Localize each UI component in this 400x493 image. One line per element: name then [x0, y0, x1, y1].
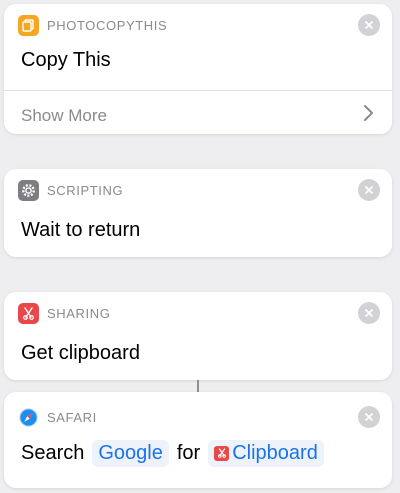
action-card-header: PHOTOCOPYTHIS	[18, 14, 382, 36]
search-prefix-label: Search	[21, 441, 85, 464]
gear-icon	[18, 179, 39, 201]
search-parameters: Search Google for Clipboard	[21, 438, 332, 468]
app-name-label: SCRIPTING	[47, 182, 124, 198]
remove-action-button[interactable]	[358, 14, 380, 36]
safari-compass-icon	[18, 407, 39, 428]
search-engine-token[interactable]: Google	[92, 439, 169, 467]
app-name-label: SAFARI	[47, 409, 97, 425]
remove-action-button[interactable]	[358, 302, 380, 324]
close-icon	[365, 413, 373, 421]
remove-action-button[interactable]	[358, 179, 380, 201]
action-card-copy-this[interactable]: PHOTOCOPYTHIS Copy This Show More	[4, 4, 392, 134]
action-card-header: SAFARI	[18, 406, 382, 428]
remove-action-button[interactable]	[358, 406, 380, 428]
action-title: Wait to return	[21, 219, 141, 241]
show-more-button[interactable]: Show More	[21, 106, 107, 126]
action-card-wait-to-return[interactable]: SCRIPTING Wait to return	[4, 169, 392, 257]
app-name-label: PHOTOCOPYTHIS	[47, 17, 168, 33]
chevron-right-icon	[364, 105, 373, 121]
action-card-search[interactable]: SAFARI Search Google for Clipboard	[4, 392, 392, 488]
flow-connector	[197, 380, 199, 392]
card-divider	[4, 90, 392, 91]
app-name-label: SHARING	[47, 305, 111, 321]
photocopy-app-icon	[18, 14, 39, 36]
scissors-icon	[18, 302, 39, 324]
action-title: Get clipboard	[21, 342, 140, 364]
action-title: Copy This	[21, 49, 111, 71]
scissors-icon	[214, 445, 230, 461]
clipboard-variable-token[interactable]: Clipboard	[208, 439, 324, 467]
clipboard-variable-label: Clipboard	[232, 441, 318, 464]
search-for-label: for	[176, 441, 201, 464]
close-icon	[365, 309, 373, 317]
action-card-header: SCRIPTING	[18, 179, 382, 201]
close-icon	[365, 186, 373, 194]
action-card-get-clipboard[interactable]: SHARING Get clipboard	[4, 292, 392, 380]
action-card-header: SHARING	[18, 302, 382, 324]
close-icon	[365, 21, 373, 29]
